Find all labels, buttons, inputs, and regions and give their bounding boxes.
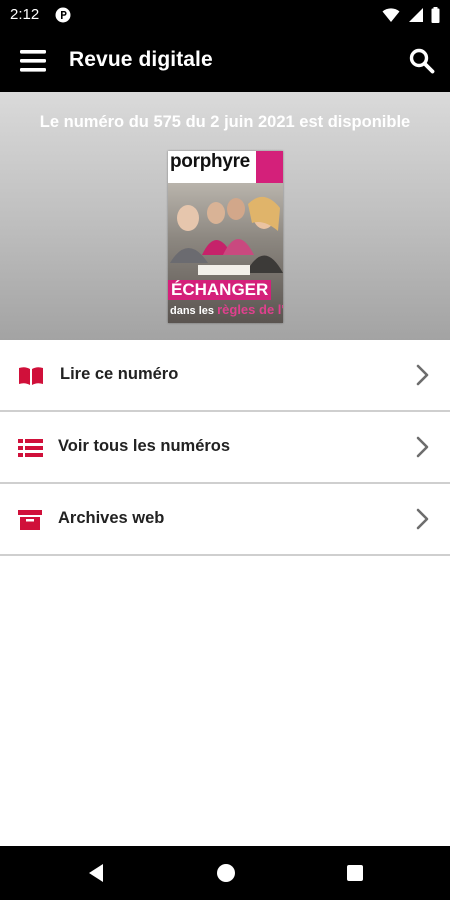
cover-subline-pink: règles de l'art xyxy=(217,302,283,317)
menu-item-label: Archives web xyxy=(58,509,165,527)
chevron-right-icon xyxy=(416,436,429,458)
home-icon[interactable] xyxy=(215,862,237,884)
issue-cover[interactable]: porphyre ÉCHANGER dans les règles de l'a… xyxy=(168,151,283,323)
system-navigation-bar xyxy=(0,846,450,900)
list-icon xyxy=(18,439,43,457)
status-time: 2:12 xyxy=(10,6,40,23)
menu-item-label: Voir tous les numéros xyxy=(58,437,231,455)
back-icon[interactable] xyxy=(86,863,106,883)
archive-box-icon xyxy=(18,510,42,530)
cover-subline-prefix: dans les xyxy=(170,305,215,317)
recent-apps-icon[interactable] xyxy=(346,864,364,882)
current-issue-banner: Le numéro du 575 du 2 juin 2021 est disp… xyxy=(0,92,450,340)
menu-item-all-issues[interactable]: Voir tous les numéros xyxy=(0,412,450,484)
search-icon[interactable] xyxy=(408,47,436,75)
menu-item-web-archives[interactable]: Archives web xyxy=(0,484,450,556)
signal-icon xyxy=(408,8,423,22)
menu-item-label: Lire ce numéro xyxy=(60,365,179,383)
status-bar: 2:12 xyxy=(0,0,450,30)
status-icons xyxy=(379,7,440,23)
cover-subline: dans les règles de l'art xyxy=(168,301,283,319)
cover-header: porphyre xyxy=(168,151,283,183)
book-open-icon xyxy=(19,367,43,385)
hamburger-menu-icon[interactable] xyxy=(18,47,50,75)
chevron-right-icon xyxy=(416,364,429,386)
chevron-right-icon xyxy=(416,508,429,530)
app-notification-icon xyxy=(55,7,71,23)
cover-pink-block xyxy=(256,151,283,183)
cover-brand: porphyre xyxy=(170,151,250,172)
page-title: Revue digitale xyxy=(69,48,213,71)
menu-item-read-issue[interactable]: Lire ce numéro xyxy=(0,340,450,412)
menu-list: Lire ce numéro Voir tous les numéros Arc… xyxy=(0,340,450,556)
issue-availability-text: Le numéro du 575 du 2 juin 2021 est disp… xyxy=(39,113,411,131)
battery-icon xyxy=(431,7,440,23)
cover-headline: ÉCHANGER xyxy=(168,280,271,300)
app-bar: Revue digitale xyxy=(0,30,450,92)
wifi-icon xyxy=(382,8,400,22)
